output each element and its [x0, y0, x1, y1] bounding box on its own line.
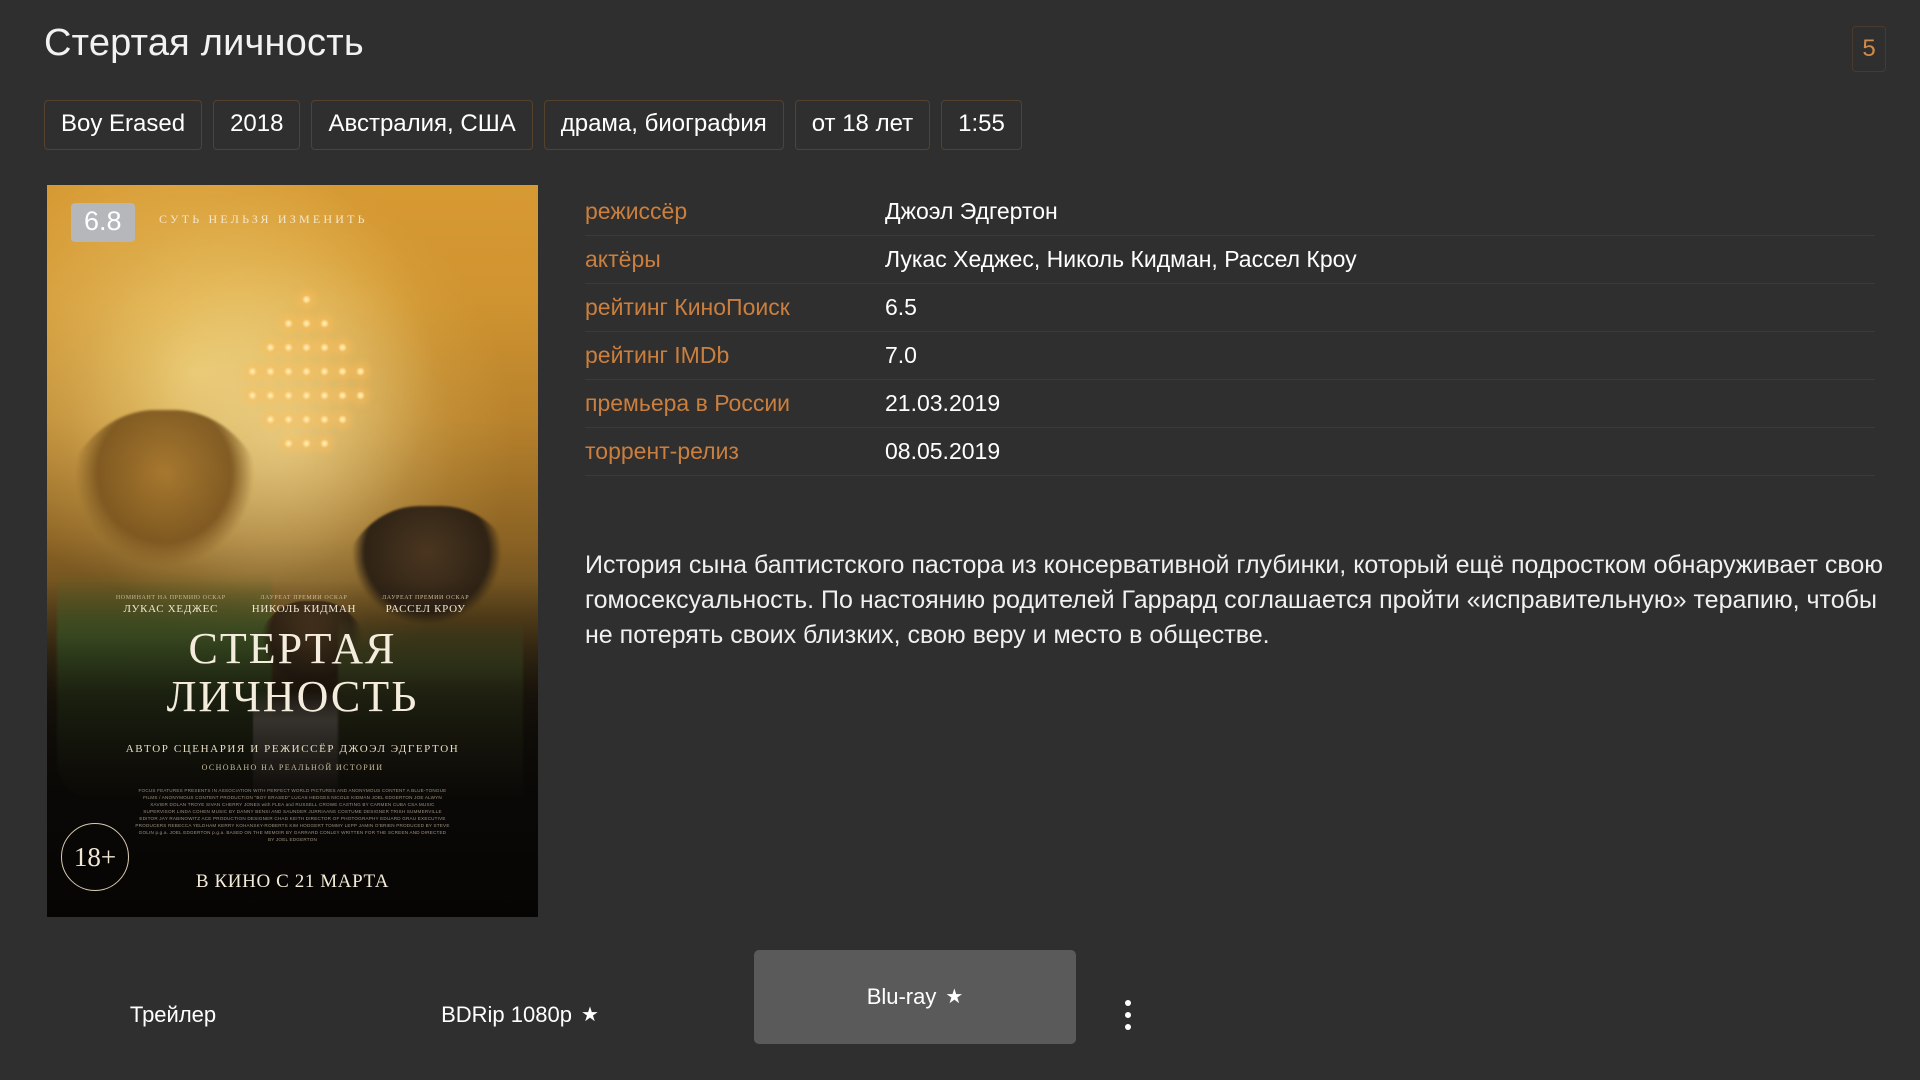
candle-light-icon [266, 390, 276, 400]
poster-credit-item: ЛАУРЕАТ ПРЕМИИ ОСКАР РАССЕЛ КРОУ [382, 595, 469, 615]
poster-title: СТЕРТАЯ ЛИЧНОСТЬ [47, 625, 538, 721]
info-label-director: режиссёр [585, 198, 688, 224]
candle-light-icon [284, 318, 294, 328]
table-row: торрент-релиз 08.05.2019 [585, 428, 1875, 476]
table-row: рейтинг IMDb 7.0 [585, 332, 1875, 380]
info-label-russia-premiere: премьера в России [585, 390, 791, 416]
poster-credit-item: ЛАУРЕАТ ПРЕМИИ ОСКАР НИКОЛЬ КИДМАН [252, 595, 356, 615]
kebab-menu-icon [1125, 1024, 1131, 1030]
star-icon: ★ [945, 986, 964, 1008]
candle-light-icon [356, 366, 366, 376]
info-label-torrent-release: торрент-релиз [585, 438, 739, 464]
bottom-toolbar: Трейлер BDRip 1080p ★ Blu-ray ★ [0, 950, 1920, 1080]
candle-light-icon [356, 390, 366, 400]
poster-credit-name: НИКОЛЬ КИДМАН [251, 603, 357, 615]
info-label-actors: актёры [585, 246, 661, 272]
poster-credit-name: ЛУКАС ХЕДЖЕС [123, 603, 219, 615]
poster-title-line-1: СТЕРТАЯ [188, 624, 397, 673]
candle-light-icon [320, 366, 330, 376]
movie-details-screen: Стертая личность 5 Boy Erased 2018 Австр… [0, 0, 1920, 1080]
table-row: режиссёр Джоэл Эдгертон [585, 188, 1875, 236]
table-row: премьера в России 21.03.2019 [585, 380, 1875, 428]
poster-credit-name: РАССЕЛ КРОУ [385, 603, 466, 615]
candle-light-icon [248, 390, 258, 400]
trailer-button-label: Трейлер [129, 1002, 217, 1027]
candle-light-icon [302, 342, 312, 352]
movie-info-table: режиссёр Джоэл Эдгертон актёры Лукас Хед… [585, 188, 1875, 476]
more-options-button[interactable] [1108, 984, 1148, 1046]
poster-tagline: СУТЬ НЕЛЬЗЯ ИЗМЕНИТЬ [159, 212, 368, 226]
table-row: рейтинг КиноПоиск 6.5 [585, 284, 1875, 332]
info-label-kinopoisk-rating: рейтинг КиноПоиск [585, 294, 790, 320]
candle-light-icon [302, 366, 312, 376]
poster-title-line-2: ЛИЧНОСТЬ [166, 672, 419, 721]
movie-poster[interactable]: 6.8 СУТЬ НЕЛЬЗЯ ИЗМЕНИТЬ НОМИНАНТ НА ПРЕ… [47, 185, 538, 917]
movie-description: История сына баптистского пастора из кон… [585, 551, 1883, 649]
poster-candles [227, 273, 377, 463]
poster-director-credit: АВТОР СЦЕНАРИЯ И РЕЖИССЁР ДЖОЭЛ ЭДГЕРТОН [125, 743, 460, 755]
candle-light-icon [284, 414, 294, 424]
trailer-button[interactable]: Трейлер [98, 984, 248, 1046]
poster-credit-award: НОМИНАНТ НА ПРЕМИЮ ОСКАР [115, 595, 226, 601]
poster-credit-award: ЛАУРЕАТ ПРЕМИИ ОСКАР [382, 595, 470, 601]
chip-year[interactable]: 2018 [213, 100, 301, 150]
candle-light-icon [284, 366, 294, 376]
chip-duration[interactable]: 1:55 [941, 100, 1022, 150]
candle-light-icon [302, 438, 312, 448]
info-value-kinopoisk-rating: 6.5 [885, 294, 917, 320]
candle-light-icon [284, 438, 294, 448]
bluray-button-label: Blu-ray [866, 984, 937, 1009]
info-value-torrent-release: 08.05.2019 [885, 438, 1001, 464]
poster-release-note: В КИНО С 21 МАРТА [195, 871, 390, 892]
poster-rating-badge: 6.8 [71, 203, 135, 242]
poster-credit-item: НОМИНАНТ НА ПРЕМИЮ ОСКАР ЛУКАС ХЕДЖЕС [116, 595, 226, 615]
info-value-imdb-rating: 7.0 [885, 342, 917, 368]
candle-light-icon [302, 390, 312, 400]
candle-light-icon [338, 366, 348, 376]
candle-light-icon [320, 342, 330, 352]
chip-genre[interactable]: драма, биография [543, 100, 784, 150]
page-title: Стертая личность [44, 22, 364, 64]
poster-cast-credits: НОМИНАНТ НА ПРЕМИЮ ОСКАР ЛУКАС ХЕДЖЕС ЛА… [47, 595, 538, 615]
poster-credit-award: ЛАУРЕАТ ПРЕМИИ ОСКАР [260, 595, 348, 601]
candle-light-icon [284, 342, 294, 352]
chip-age-rating[interactable]: от 18 лет [794, 100, 931, 150]
info-value-russia-premiere: 21.03.2019 [885, 390, 1001, 416]
candle-light-icon [266, 342, 276, 352]
candle-light-icon [302, 414, 312, 424]
candle-light-icon [302, 318, 312, 328]
info-label-imdb-rating: рейтинг IMDb [585, 342, 730, 368]
bluray-button[interactable]: Blu-ray ★ [754, 950, 1076, 1044]
info-value-director: Джоэл Эдгертон [885, 198, 1058, 224]
candle-light-icon [248, 366, 258, 376]
candle-light-icon [320, 318, 330, 328]
candle-light-icon [320, 438, 330, 448]
chip-original-title[interactable]: Boy Erased [44, 100, 203, 150]
table-row: актёры Лукас Хеджес, Николь Кидман, Расс… [585, 236, 1875, 284]
candle-light-icon [338, 414, 348, 424]
bdrip-1080p-button[interactable]: BDRip 1080p ★ [400, 984, 640, 1046]
candle-light-icon [338, 342, 348, 352]
kebab-menu-icon [1125, 1012, 1131, 1018]
poster-based-on: ОСНОВАНО НА РЕАЛЬНОЙ ИСТОРИИ [201, 763, 384, 772]
item-count-badge: 5 [1852, 26, 1886, 72]
candle-light-icon [284, 390, 294, 400]
candle-light-icon [320, 414, 330, 424]
metadata-chip-list: Boy Erased 2018 Австралия, США драма, би… [44, 100, 1022, 150]
candle-light-icon [302, 294, 312, 304]
chip-country[interactable]: Австралия, США [311, 100, 533, 150]
candle-light-icon [266, 366, 276, 376]
bdrip-button-label: BDRip 1080p [441, 1002, 572, 1027]
candle-light-icon [266, 414, 276, 424]
info-value-actors: Лукас Хеджес, Николь Кидман, Рассел Кроу [885, 246, 1357, 272]
star-icon: ★ [580, 1004, 599, 1026]
poster-billing-block: FOCUS FEATURES PRESENTS IN ASSOCIATION W… [135, 788, 450, 842]
candle-light-icon [320, 390, 330, 400]
candle-light-icon [338, 390, 348, 400]
kebab-menu-icon [1125, 1000, 1131, 1006]
